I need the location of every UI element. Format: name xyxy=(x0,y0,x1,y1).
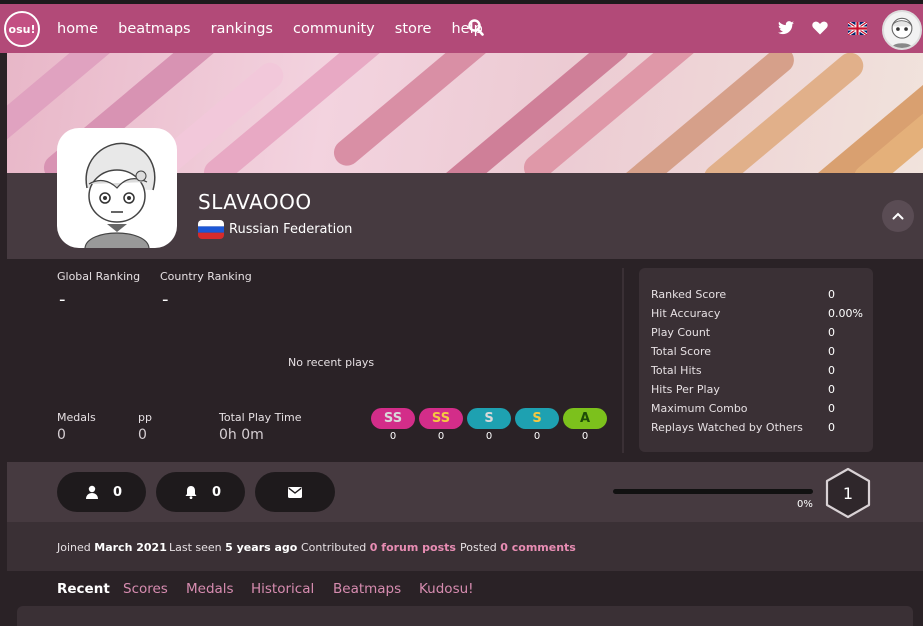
nav-beatmaps[interactable]: beatmaps xyxy=(118,21,190,37)
stat-value: 0 xyxy=(828,288,835,301)
nav-rankings[interactable]: rankings xyxy=(211,21,273,37)
grade-badge: S xyxy=(515,408,559,429)
no-recent-plays-text: No recent plays xyxy=(288,356,375,369)
tab-historical[interactable]: Historical xyxy=(251,581,314,597)
level-progress-bar xyxy=(613,489,813,494)
search-icon[interactable] xyxy=(468,19,484,37)
stat-label: Play Count xyxy=(651,326,711,339)
followers-count: 0 xyxy=(113,484,123,500)
page: osu! home beatmaps rankings community st… xyxy=(0,0,923,626)
osu-logo[interactable]: osu! xyxy=(4,11,40,47)
level-badge: 1 xyxy=(825,467,871,519)
cover-stripe xyxy=(598,53,800,173)
stat-label: Maximum Combo xyxy=(651,402,748,415)
pp-value: 0 xyxy=(138,427,147,443)
stat-label: Replays Watched by Others xyxy=(651,421,803,434)
message-button[interactable] xyxy=(255,472,335,512)
profile-avatar xyxy=(57,128,177,248)
tab-medals[interactable]: Medals xyxy=(186,581,234,597)
grade-count: 0 xyxy=(389,431,397,442)
stat-value: 0 xyxy=(828,326,835,339)
joined-info: Joined March 2021 xyxy=(57,541,167,554)
stat-label: Total Hits xyxy=(651,364,702,377)
nav-home[interactable]: home xyxy=(57,21,98,37)
posted-prefix: Posted xyxy=(460,541,497,554)
profile-username: SLAVAOOO xyxy=(198,190,312,214)
stat-label: Hits Per Play xyxy=(651,383,720,396)
forum-posts-link[interactable]: 0 forum posts xyxy=(370,541,456,554)
joined-prefix: Joined xyxy=(57,541,91,554)
lastseen-prefix: Last seen xyxy=(169,541,222,554)
nav-community[interactable]: community xyxy=(293,21,375,37)
stat-value: 0 xyxy=(828,383,835,396)
envelope-icon xyxy=(288,486,302,498)
stat-value: 0 xyxy=(828,345,835,358)
user-avatar-menu[interactable] xyxy=(882,10,922,50)
grade-count: 0 xyxy=(533,431,541,442)
medals-label: Medals xyxy=(57,411,96,424)
global-rank-value: - xyxy=(59,289,66,310)
level-number: 1 xyxy=(843,484,853,503)
nav-links: home beatmaps rankings community store h… xyxy=(57,4,503,53)
tab-scores[interactable]: Scores xyxy=(123,581,168,597)
nav-store[interactable]: store xyxy=(395,21,432,37)
tab-kudosu[interactable]: Kudosu! xyxy=(419,581,474,597)
logo-text: osu! xyxy=(8,22,36,36)
grade-badge: SS xyxy=(419,408,463,429)
playtime-value: 0h 0m xyxy=(219,427,264,443)
subscriber-count: 0 xyxy=(212,484,222,500)
grade-count: 0 xyxy=(437,431,445,442)
pp-label: pp xyxy=(138,411,152,424)
joined-date: March 2021 xyxy=(94,541,167,554)
twitter-icon[interactable] xyxy=(778,21,794,35)
stat-value: 0.00% xyxy=(828,307,863,320)
heart-icon[interactable] xyxy=(812,21,828,35)
cover-stripe xyxy=(328,53,545,171)
stat-label: Ranked Score xyxy=(651,288,727,301)
grade-count: 0 xyxy=(581,431,589,442)
avatar-character-icon xyxy=(84,142,156,248)
comments-link[interactable]: 0 comments xyxy=(500,541,576,554)
contributed-prefix: Contributed xyxy=(301,541,367,554)
medals-value: 0 xyxy=(57,427,66,443)
contributed-info: Contributed 0 forum posts xyxy=(301,541,456,554)
level-progress-percent: 0% xyxy=(797,499,813,510)
user-icon xyxy=(86,485,98,499)
collapse-header-button[interactable] xyxy=(882,200,914,232)
global-rank-label: Global Ranking xyxy=(57,270,141,283)
stat-label: Hit Accuracy xyxy=(651,307,721,320)
tab-beatmaps[interactable]: Beatmaps xyxy=(333,581,401,597)
followers-button[interactable]: 0 xyxy=(57,472,146,512)
grade-count: 0 xyxy=(485,431,493,442)
profile-country[interactable]: Russian Federation xyxy=(229,222,352,237)
playtime-label: Total Play Time xyxy=(219,411,302,424)
stats-divider xyxy=(622,268,624,453)
lastseen-value: 5 years ago xyxy=(225,541,298,554)
bell-icon xyxy=(185,486,197,499)
posted-info: Posted 0 comments xyxy=(460,541,576,554)
country-rank-value: - xyxy=(162,289,169,310)
uk-flag-icon[interactable] xyxy=(848,22,867,35)
tab-recent[interactable]: Recent xyxy=(57,581,110,597)
tab-content-panel xyxy=(17,606,913,626)
chevron-up-icon xyxy=(892,212,904,220)
stat-value: 0 xyxy=(828,402,835,415)
country-rank-label: Country Ranking xyxy=(160,270,252,283)
last-seen-info: Last seen 5 years ago xyxy=(169,541,297,554)
stat-value: 0 xyxy=(828,421,835,434)
avatar-face-icon xyxy=(891,17,913,48)
top-nav: osu! home beatmaps rankings community st… xyxy=(0,4,923,53)
grade-badge: S xyxy=(467,408,511,429)
subscribe-button[interactable]: 0 xyxy=(156,472,245,512)
grade-badge: SS xyxy=(371,408,415,429)
stat-value: 0 xyxy=(828,364,835,377)
stat-label: Total Score xyxy=(651,345,711,358)
russia-flag-icon xyxy=(198,220,224,239)
grade-badge: A xyxy=(563,408,607,429)
